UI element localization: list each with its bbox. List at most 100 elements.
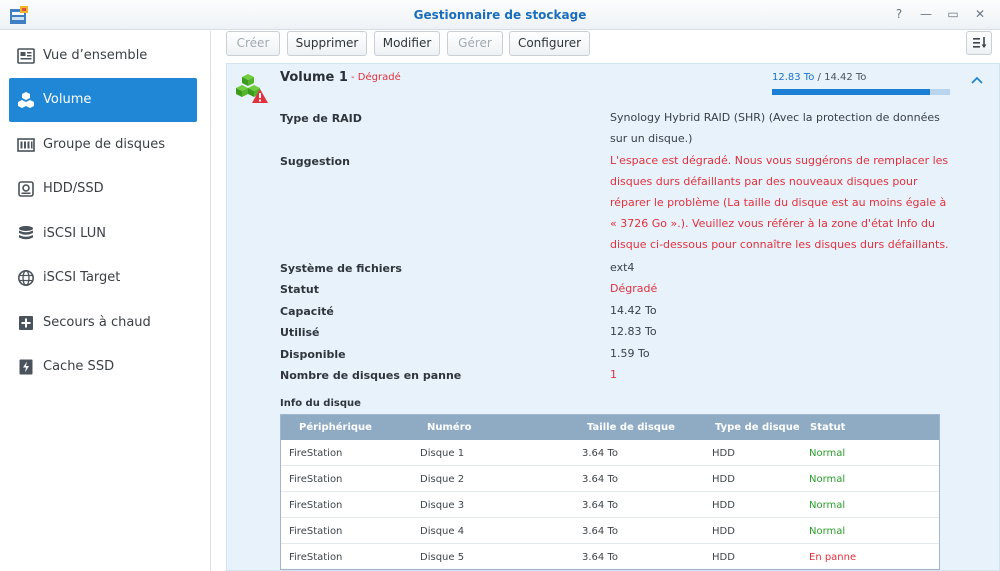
sidebar-item-label: Cache SSD — [43, 359, 115, 374]
type-cell: HDD — [712, 448, 735, 459]
usage-separator: / — [814, 72, 825, 83]
main-content: Créer Supprimer Modifier Gérer Configure… — [212, 31, 1000, 571]
sidebar-item-iscsi-target[interactable]: iSCSI Target — [9, 256, 197, 300]
number-cell: Disque 4 — [420, 526, 465, 537]
title-bar: Gestionnaire de stockage ? — ▭ ✕ — [0, 0, 1000, 30]
number-cell: Disque 1 — [420, 448, 465, 459]
table-row[interactable]: FireStation Disque 5 3.64 To HDD En pann… — [281, 544, 939, 570]
device-cell: FireStation — [289, 500, 343, 511]
sidebar-item-label: Vue d’ensemble — [43, 48, 148, 63]
size-cell: 3.64 To — [582, 474, 618, 485]
sidebar-item-hot-spare[interactable]: Secours à chaud — [9, 301, 197, 345]
failed-disks-value: 1 — [610, 368, 617, 381]
column-header[interactable]: Statut — [810, 422, 845, 433]
volume-name: Volume 1 — [280, 70, 348, 85]
disk-info-title: Info du disque — [280, 398, 361, 409]
device-cell: FireStation — [289, 552, 343, 563]
hot-spare-plus-icon — [19, 316, 33, 330]
device-cell: FireStation — [289, 526, 343, 537]
sidebar-item-volume[interactable]: Volume — [9, 78, 197, 122]
table-header: Périphérique Numéro Taille de disque Typ… — [281, 415, 939, 440]
table-row[interactable]: FireStation Disque 1 3.64 To HDD Normal — [281, 440, 939, 466]
sidebar-item-disk-group[interactable]: Groupe de disques — [9, 123, 197, 167]
volume-panel: Volume 1 - Dégradé 12.83 To / 14.42 To T… — [226, 63, 1000, 571]
size-cell: 3.64 To — [582, 552, 618, 563]
filesystem-label: Système de fichiers — [280, 262, 402, 275]
size-cell: 3.64 To — [582, 500, 618, 511]
chevron-up-icon[interactable] — [970, 74, 984, 88]
available-value: 1.59 To — [610, 347, 650, 360]
volume-cubes-icon — [18, 92, 34, 108]
sort-icon — [973, 37, 987, 48]
help-icon[interactable]: ? — [891, 6, 907, 22]
minimize-icon[interactable]: — — [918, 6, 934, 22]
sidebar-item-label: iSCSI Target — [43, 270, 121, 285]
raid-type-value: Synology Hybrid RAID (SHR) (Avec la prot… — [610, 111, 940, 145]
sidebar: Vue d’ensemble Volume Groupe de disques … — [0, 31, 211, 571]
window-title: Gestionnaire de stockage — [413, 8, 587, 22]
table-row[interactable]: FireStation Disque 2 3.64 To HDD Normal — [281, 466, 939, 492]
failed-disks-label: Nombre de disques en panne — [280, 369, 462, 382]
sidebar-item-label: Secours à chaud — [43, 315, 151, 330]
hdd-icon — [18, 181, 34, 197]
volume-status: - Dégradé — [351, 72, 401, 83]
table-row[interactable]: FireStation Disque 3 3.64 To HDD Normal — [281, 492, 939, 518]
device-cell: FireStation — [289, 474, 343, 485]
table-row[interactable]: FireStation Disque 4 3.64 To HDD Normal — [281, 518, 939, 544]
volume-usage-bar — [772, 89, 950, 95]
number-cell: Disque 5 — [420, 552, 465, 563]
status-cell: En panne — [809, 552, 857, 563]
status-cell: Normal — [809, 474, 846, 485]
sort-button[interactable] — [966, 31, 992, 55]
sidebar-item-label: HDD/SSD — [43, 181, 104, 196]
close-icon[interactable]: ✕ — [972, 6, 988, 22]
modify-button[interactable]: Modifier — [374, 31, 440, 56]
column-header[interactable]: Numéro — [427, 422, 472, 433]
capacity-label: Capacité — [280, 305, 334, 318]
column-header[interactable]: Taille de disque — [587, 422, 675, 433]
used-label: Utilisé — [280, 326, 320, 339]
suggestion-value: L'espace est dégradé. Nous vous suggéron… — [610, 154, 949, 251]
type-cell: HDD — [712, 526, 735, 537]
sidebar-item-label: iSCSI LUN — [43, 226, 106, 241]
raid-type-label: Type de RAID — [280, 112, 362, 125]
volume-used: 12.83 To — [772, 72, 815, 83]
filesystem-value: ext4 — [610, 261, 635, 274]
type-cell: HDD — [712, 500, 735, 511]
column-header[interactable]: Périphérique — [299, 422, 372, 433]
sidebar-item-hdd-ssd[interactable]: HDD/SSD — [9, 167, 197, 211]
globe-icon — [18, 270, 34, 286]
device-cell: FireStation — [289, 448, 343, 459]
available-label: Disponible — [280, 348, 346, 361]
sidebar-item-overview[interactable]: Vue d’ensemble — [9, 34, 197, 78]
sidebar-item-label: Groupe de disques — [43, 137, 165, 152]
capacity-value: 14.42 To — [610, 304, 657, 317]
volume-total: 14.42 To — [824, 72, 867, 83]
disk-info-table: Périphérique Numéro Taille de disque Typ… — [280, 414, 940, 570]
ssd-cache-icon — [19, 359, 33, 375]
sidebar-item-label: Volume — [43, 92, 92, 107]
maximize-icon[interactable]: ▭ — [945, 6, 961, 22]
sidebar-item-ssd-cache[interactable]: Cache SSD — [9, 345, 197, 389]
status-cell: Normal — [809, 526, 846, 537]
database-icon — [19, 226, 33, 240]
type-cell: HDD — [712, 552, 735, 563]
volume-usage-text: 12.83 To / 14.42 To — [772, 72, 866, 83]
size-cell: 3.64 To — [582, 448, 618, 459]
status-cell: Normal — [809, 500, 846, 511]
manage-button[interactable]: Gérer — [447, 31, 503, 56]
delete-button[interactable]: Supprimer — [287, 31, 367, 56]
configure-button[interactable]: Configurer — [509, 31, 590, 56]
disk-group-icon — [17, 138, 35, 152]
sidebar-item-iscsi-lun[interactable]: iSCSI LUN — [9, 212, 197, 256]
status-cell: Normal — [809, 448, 846, 459]
volume-degraded-icon — [236, 74, 268, 103]
volume-usage-fill — [772, 89, 931, 95]
suggestion-label: Suggestion — [280, 155, 350, 168]
type-cell: HDD — [712, 474, 735, 485]
size-cell: 3.64 To — [582, 526, 618, 537]
used-value: 12.83 To — [610, 325, 657, 338]
status-value: Dégradé — [610, 282, 658, 295]
create-button[interactable]: Créer — [226, 31, 280, 56]
column-header[interactable]: Type de disque — [715, 422, 800, 433]
